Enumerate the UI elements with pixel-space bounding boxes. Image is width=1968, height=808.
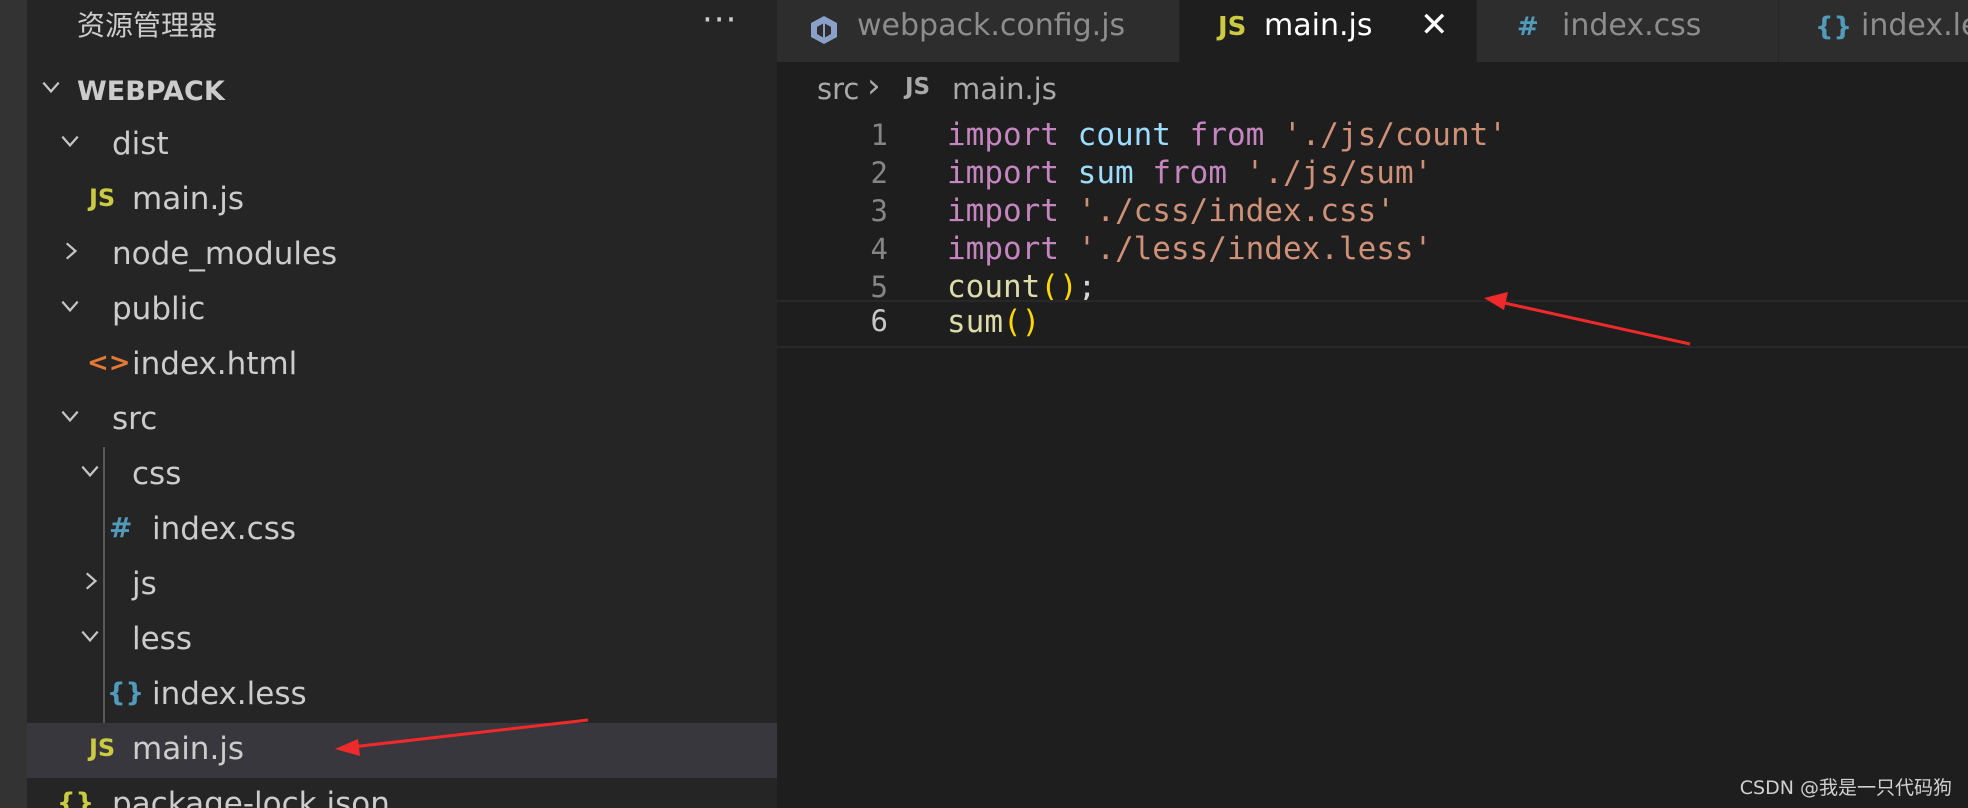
- annotation-arrow-code: [1484, 292, 1691, 346]
- annotation-arrows: [335, 292, 1691, 756]
- watermark: CSDN @我是一只代码狗: [1739, 777, 1952, 799]
- annotation-arrow-tree: [335, 718, 589, 756]
